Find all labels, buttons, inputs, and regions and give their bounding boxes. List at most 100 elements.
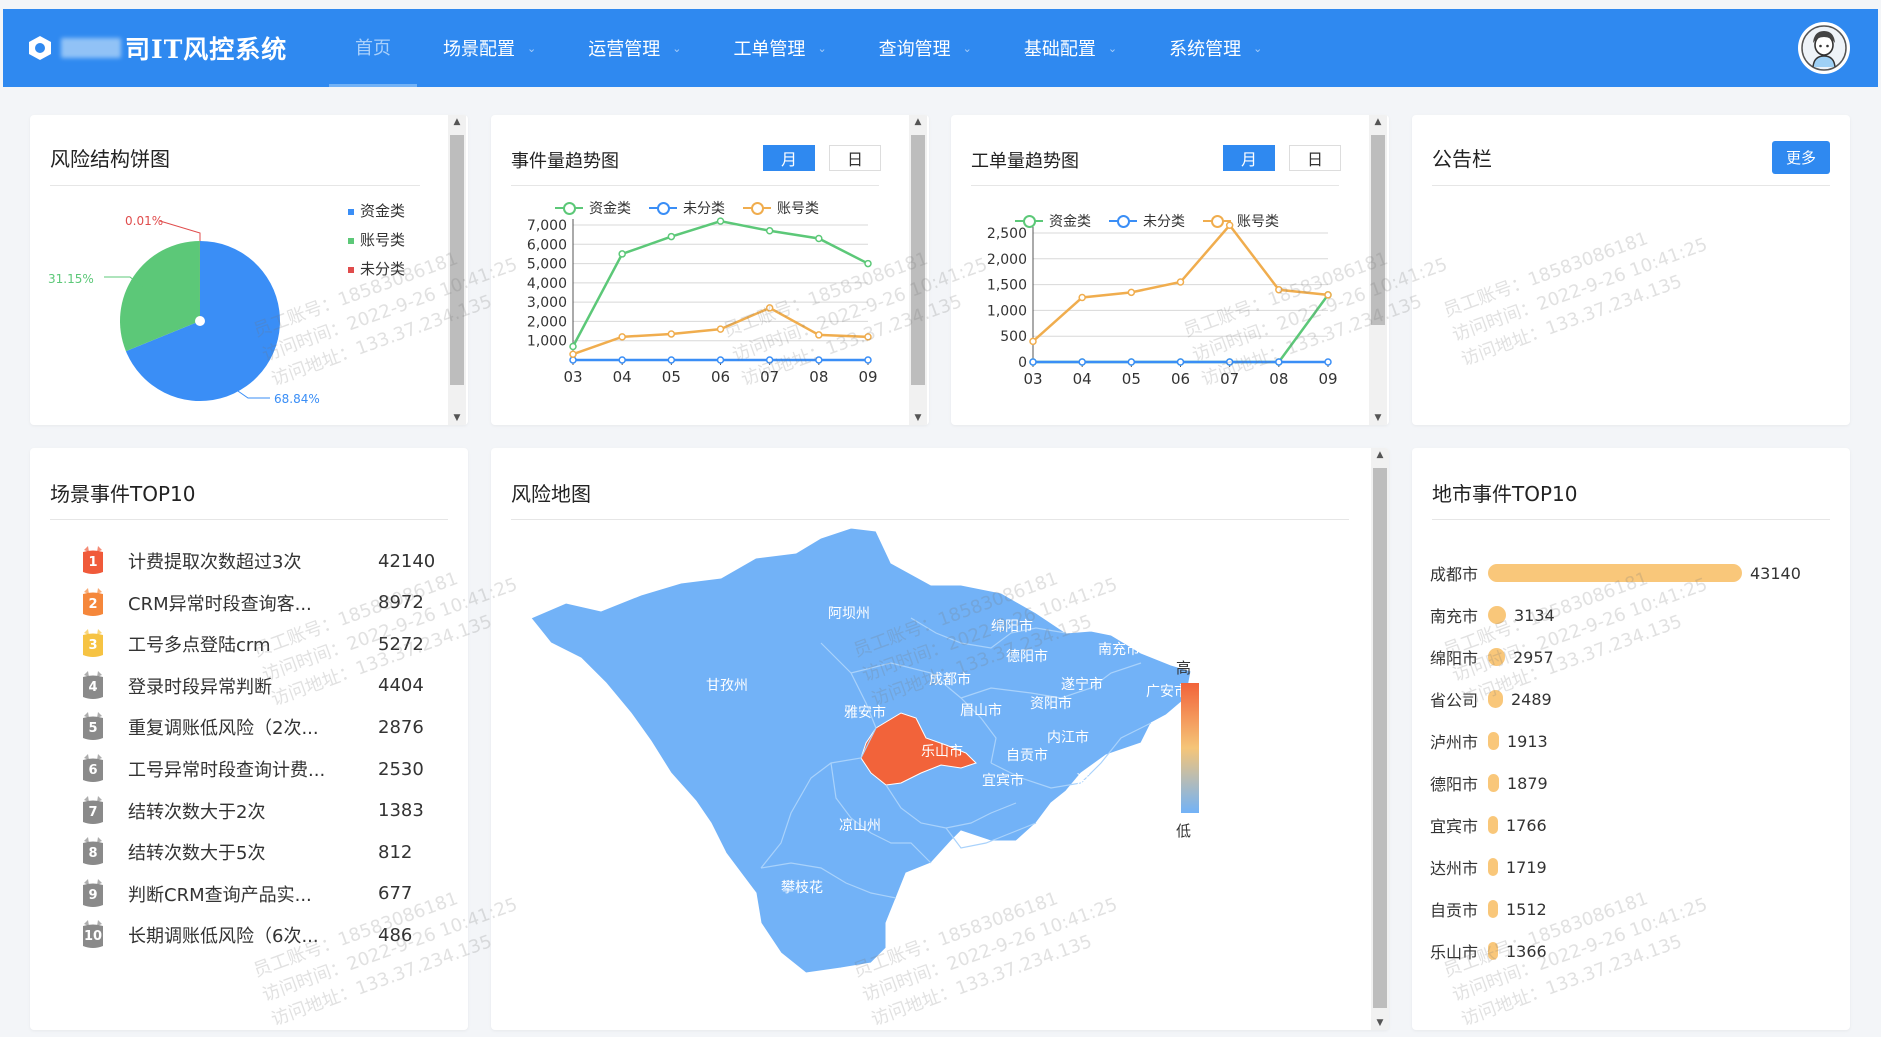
scrollbar[interactable]: ▲ ▼	[1369, 115, 1387, 425]
legend-item-account[interactable]: 账号类	[348, 226, 405, 255]
data-point[interactable]	[1029, 337, 1037, 346]
nav-item-1[interactable]: 场景配置 ⌄	[417, 9, 562, 87]
data-point[interactable]	[1225, 221, 1234, 230]
data-point[interactable]	[716, 217, 725, 225]
data-point[interactable]	[667, 356, 676, 364]
scroll-down-icon[interactable]: ▼	[448, 411, 466, 425]
data-point[interactable]	[716, 325, 725, 333]
data-point[interactable]	[765, 304, 774, 312]
list-item[interactable]: 6 工号异常时段查询计费... 2530	[80, 748, 440, 790]
data-point[interactable]	[1127, 288, 1136, 297]
data-point[interactable]	[765, 356, 774, 364]
data-point[interactable]	[667, 232, 676, 241]
city-row[interactable]: 成都市 43140	[1430, 552, 1801, 594]
data-point[interactable]	[864, 259, 872, 268]
main-nav: 首页 场景配置 ⌄ 运营管理 ⌄ 工单管理 ⌄ 查询管理 ⌄ 基础配置 ⌄ 系统管理 ⌄	[329, 9, 1288, 87]
city-count: 3134	[1514, 605, 1555, 625]
data-point[interactable]	[815, 234, 823, 243]
data-point[interactable]	[1078, 293, 1086, 302]
data-point[interactable]	[864, 356, 872, 364]
data-point[interactable]	[765, 227, 774, 235]
data-point[interactable]	[618, 356, 626, 364]
toggle-month[interactable]: 月	[763, 145, 815, 171]
data-point[interactable]	[1225, 358, 1234, 366]
list-item[interactable]: 8 结转次数大于5次 812	[80, 831, 440, 873]
data-point[interactable]	[1275, 358, 1283, 366]
x-tick-label: 04	[1073, 370, 1092, 388]
list-item[interactable]: 7 结转次数大于2次 1383	[80, 790, 440, 832]
list-item[interactable]: 9 判断CRM查询产品实... 677	[80, 873, 440, 915]
list-item[interactable]: 5 重复调账低风险（2次... 2876	[80, 706, 440, 748]
data-point[interactable]	[1275, 286, 1283, 294]
data-point[interactable]	[864, 333, 872, 341]
data-point[interactable]	[815, 356, 823, 364]
list-item[interactable]: 4 登录时段异常判断 4404	[80, 665, 440, 707]
scroll-down-icon[interactable]: ▼	[909, 411, 927, 425]
toggle-month[interactable]: 月	[1223, 145, 1275, 171]
scroll-up-icon[interactable]: ▲	[1371, 448, 1389, 462]
list-item[interactable]: 2 CRM异常时段查询客... 8972	[80, 582, 440, 624]
scrollbar[interactable]: ▲ ▼	[909, 115, 927, 425]
scroll-down-icon[interactable]: ▼	[1371, 1016, 1389, 1030]
nav-item-6[interactable]: 系统管理 ⌄	[1143, 9, 1288, 87]
scene-name: 判断CRM查询产品实...	[128, 884, 312, 906]
toggle-day[interactable]: 日	[829, 145, 881, 171]
legend-item-funds[interactable]: 资金类	[348, 197, 405, 226]
scene-count: 42140	[378, 550, 436, 572]
nav-item-label: 场景配置	[443, 39, 515, 60]
city-row[interactable]: 省公司 2489	[1430, 678, 1552, 720]
app-logo[interactable]: 司IT风控系统	[27, 30, 317, 66]
city-row[interactable]: 乐山市 1366	[1430, 930, 1547, 972]
city-row[interactable]: 绵阳市 2957	[1430, 636, 1554, 678]
data-point[interactable]	[716, 356, 725, 364]
data-point[interactable]	[569, 342, 577, 351]
list-item[interactable]: 10 长期调账低风险（6次... 486	[80, 914, 440, 956]
scroll-down-icon[interactable]: ▼	[1369, 411, 1387, 425]
scene-name: 结转次数大于2次	[128, 801, 266, 823]
data-point[interactable]	[1324, 291, 1332, 299]
risk-pie-card: 风险结构饼图 0.01% 31.15% 68.84% 资金类 账号类 未分类 ▲ …	[30, 115, 468, 425]
data-point[interactable]	[618, 250, 626, 258]
scroll-up-icon[interactable]: ▲	[909, 115, 927, 129]
scroll-thumb[interactable]	[1373, 468, 1387, 1008]
data-point[interactable]	[1176, 278, 1185, 286]
data-point[interactable]	[1176, 358, 1185, 366]
data-point[interactable]	[618, 333, 626, 341]
scroll-thumb[interactable]	[450, 135, 464, 385]
city-row[interactable]: 宜宾市 1766	[1430, 804, 1547, 846]
map-label: 乐山市	[921, 743, 963, 760]
toggle-day[interactable]: 日	[1289, 145, 1341, 171]
data-point[interactable]	[1078, 358, 1086, 366]
scroll-thumb[interactable]	[1371, 135, 1385, 325]
map-label: 甘孜州	[706, 678, 748, 694]
data-point[interactable]	[815, 331, 823, 339]
scroll-thumb[interactable]	[911, 135, 925, 385]
city-name: 泸州市	[1430, 733, 1479, 752]
list-item[interactable]: 3 工号多点登陆crm 5272	[80, 623, 440, 665]
city-row[interactable]: 自贡市 1512	[1430, 888, 1547, 930]
nav-item-5[interactable]: 基础配置 ⌄	[998, 9, 1143, 87]
series-line-资金类[interactable]	[1033, 294, 1330, 364]
nav-item-4[interactable]: 查询管理 ⌄	[853, 9, 998, 87]
nav-item-3[interactable]: 工单管理 ⌄	[707, 9, 852, 87]
data-point[interactable]	[1127, 358, 1136, 366]
data-point[interactable]	[569, 350, 577, 358]
scrollbar[interactable]: ▲ ▼	[448, 115, 466, 425]
nav-item-0[interactable]: 首页	[329, 9, 417, 87]
scrollbar[interactable]: ▲ ▼	[1371, 448, 1389, 1030]
more-button[interactable]: 更多	[1771, 141, 1830, 174]
list-item[interactable]: 1 计费提取次数超过3次 42140	[80, 540, 440, 582]
city-row[interactable]: 德阳市 1879	[1430, 762, 1548, 804]
scroll-up-icon[interactable]: ▲	[1369, 115, 1387, 129]
user-avatar[interactable]	[1798, 22, 1850, 74]
data-point[interactable]	[667, 330, 676, 338]
scroll-up-icon[interactable]: ▲	[448, 115, 466, 129]
nav-item-2[interactable]: 运营管理 ⌄	[562, 9, 707, 87]
legend-item-unclassified[interactable]: 未分类	[348, 255, 405, 284]
data-point[interactable]	[1324, 358, 1332, 366]
data-point[interactable]	[1029, 358, 1037, 366]
city-row[interactable]: 南充市 3134	[1430, 594, 1555, 636]
city-row[interactable]: 泸州市 1913	[1430, 720, 1548, 762]
color-scale[interactable]	[1181, 683, 1199, 813]
city-row[interactable]: 达州市 1719	[1430, 846, 1547, 888]
